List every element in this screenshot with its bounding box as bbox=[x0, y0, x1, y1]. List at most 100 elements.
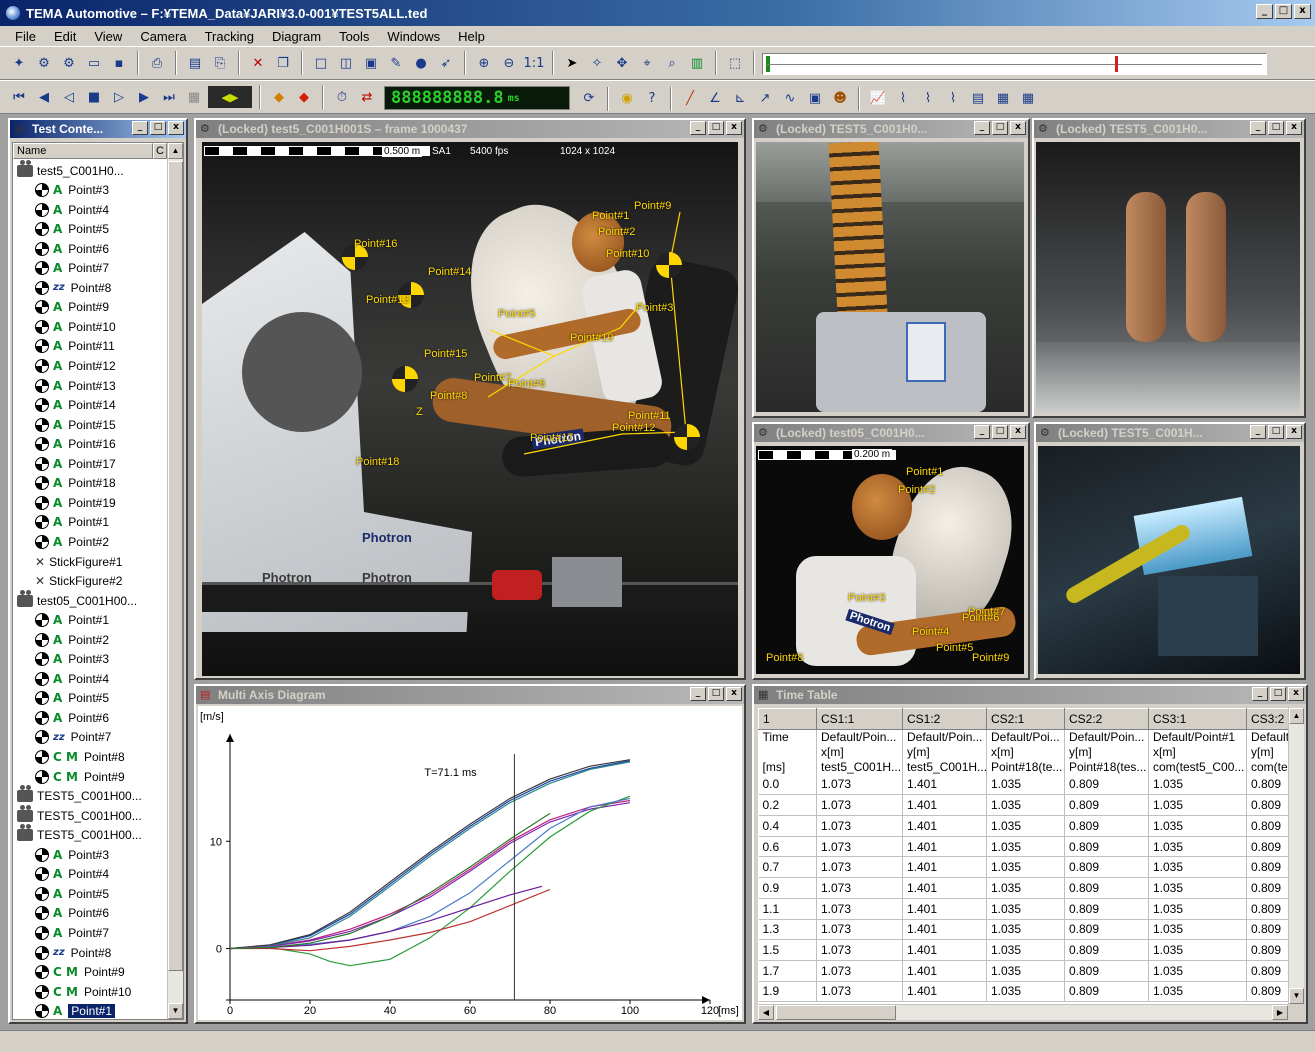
tree-point-node[interactable]: C M Point#9 bbox=[35, 767, 125, 786]
tree-point-node[interactable]: A Point#5 bbox=[35, 884, 109, 903]
value-cell[interactable]: 0.809 bbox=[1064, 794, 1149, 817]
table-header-cell[interactable]: x[m] bbox=[986, 744, 1065, 760]
value-cell[interactable]: 1.073 bbox=[816, 856, 903, 879]
tree-scrollbar[interactable]: ▲ ▼ bbox=[167, 143, 183, 1019]
value-cell[interactable]: 1.035 bbox=[1148, 877, 1247, 899]
tree-point-node[interactable]: A Point#2 bbox=[35, 532, 109, 551]
gear2-icon[interactable]: ⚙ bbox=[58, 52, 80, 74]
close-button[interactable]: x bbox=[1286, 121, 1302, 135]
tree-camera-node[interactable]: TEST5_C001H00... bbox=[17, 785, 142, 806]
fullscreen-icon[interactable]: ⬚ bbox=[724, 52, 746, 74]
tree-point-node[interactable]: A Point#4 bbox=[35, 200, 109, 219]
value-cell[interactable]: 1.073 bbox=[816, 898, 903, 920]
value-cell[interactable]: 0.809 bbox=[1064, 981, 1149, 1003]
tree-point-node[interactable]: A Point#18 bbox=[35, 474, 116, 493]
tree-point-node[interactable]: A Point#7 bbox=[35, 923, 109, 942]
tree-stick-figure-node[interactable]: ✕ StickFigure#1 bbox=[35, 552, 122, 571]
menu-tracking[interactable]: Tracking bbox=[196, 29, 263, 44]
maximize-button[interactable]: □ bbox=[992, 425, 1008, 439]
time-cell[interactable]: 0.4 bbox=[758, 815, 817, 837]
time-cell[interactable]: 0.6 bbox=[758, 836, 817, 858]
table-header-cell[interactable]: y[m] bbox=[1064, 744, 1149, 760]
graph3-icon[interactable]: ⌇ bbox=[917, 87, 939, 109]
value-cell[interactable]: 1.401 bbox=[902, 774, 987, 796]
value-cell[interactable]: 1.035 bbox=[986, 939, 1065, 961]
value-cell[interactable]: 1.401 bbox=[902, 898, 987, 920]
maximize-button[interactable]: □ bbox=[1275, 4, 1292, 19]
tree-point-node[interactable]: zz Point#8 bbox=[35, 943, 111, 962]
tree-point-node[interactable]: A Point#4 bbox=[35, 865, 109, 884]
table-header-cell[interactable]: com(test5_C00... bbox=[1148, 759, 1247, 775]
value-cell[interactable]: 1.401 bbox=[902, 794, 987, 817]
value-cell[interactable]: 1.073 bbox=[816, 981, 903, 1003]
bar-chart-icon[interactable]: ▥ bbox=[686, 52, 708, 74]
tree-column-header[interactable]: Name bbox=[13, 143, 153, 159]
test-contents-titlebar[interactable]: ▤ Test Conte... _ □ x bbox=[10, 120, 186, 138]
scroll-up-icon[interactable]: ▲ bbox=[168, 143, 183, 159]
table-header-cell[interactable]: 1 bbox=[758, 708, 817, 730]
step-forward-icon[interactable]: ▷ bbox=[108, 86, 130, 108]
table-header-cell[interactable]: CS3:1 bbox=[1148, 708, 1247, 730]
main-video-titlebar[interactable]: ⚙ (Locked) test5_C001H001S – frame 10004… bbox=[196, 120, 744, 138]
table-header-cell[interactable]: Point#18(tes... bbox=[1064, 759, 1149, 775]
value-cell[interactable]: 1.035 bbox=[986, 836, 1065, 858]
tree-point-node[interactable]: A Point#16 bbox=[35, 435, 116, 454]
scroll-up-icon[interactable]: ▲ bbox=[1289, 708, 1304, 724]
tree-point-node[interactable]: A Point#3 bbox=[35, 845, 109, 864]
tree-point-node[interactable]: zz Point#8 bbox=[35, 278, 111, 297]
close-button[interactable]: x bbox=[1286, 425, 1302, 439]
tree-point-node[interactable]: A Point#4 bbox=[35, 669, 109, 688]
select-point-icon[interactable]: ✧ bbox=[586, 52, 608, 74]
table-header-cell[interactable]: x[m] bbox=[816, 744, 903, 760]
time-cell[interactable]: 0.9 bbox=[758, 877, 817, 899]
frame-slider[interactable] bbox=[762, 53, 1267, 75]
tree-point-node[interactable]: A Point#19 bbox=[35, 493, 116, 512]
tree-view[interactable]: Name C test5_C001H0... A Point#3 A Point#4 A P… bbox=[12, 142, 184, 1020]
close-button[interactable]: x bbox=[168, 121, 184, 135]
curve-icon[interactable]: ∿ bbox=[779, 87, 801, 109]
table-header-cell[interactable]: Default/Poin... bbox=[902, 729, 987, 745]
table-header-cell[interactable]: test5_C001H... bbox=[816, 759, 903, 775]
stop-icon[interactable]: ■ bbox=[83, 86, 105, 108]
value-cell[interactable]: 1.035 bbox=[986, 919, 1065, 941]
table-row[interactable]: 0.0 1.073 1.401 1.035 0.809 1.035 0.809 bbox=[758, 774, 1297, 796]
new-icon[interactable]: ✦ bbox=[8, 52, 30, 74]
table-row[interactable]: 1.1 1.073 1.401 1.035 0.809 1.035 0.809 bbox=[758, 898, 1297, 920]
maximize-button[interactable]: □ bbox=[1268, 425, 1284, 439]
value-cell[interactable]: 1.401 bbox=[902, 856, 987, 879]
value-cell[interactable]: 0.809 bbox=[1064, 774, 1149, 796]
tree-point-node[interactable]: A Point#7 bbox=[35, 259, 109, 278]
menu-help[interactable]: Help bbox=[449, 29, 494, 44]
copy-icon[interactable]: ❐ bbox=[272, 52, 294, 74]
chart-window-icon[interactable]: ▤ bbox=[967, 87, 989, 109]
time-cell[interactable]: 1.7 bbox=[758, 960, 817, 982]
table-row[interactable]: 0.2 1.073 1.401 1.035 0.809 1.035 0.809 bbox=[758, 794, 1297, 817]
time-cell[interactable]: 0.2 bbox=[758, 794, 817, 817]
minimize-button[interactable]: _ bbox=[1252, 687, 1268, 701]
maximize-button[interactable]: □ bbox=[708, 687, 724, 701]
scroll-right-icon[interactable]: ▶ bbox=[1272, 1005, 1288, 1020]
tree-point-node[interactable]: A Point#13 bbox=[35, 376, 116, 395]
tree-camera-node[interactable]: test5_C001H0... bbox=[17, 159, 124, 180]
time-cell[interactable]: 0.0 bbox=[758, 774, 817, 796]
value-cell[interactable]: 1.035 bbox=[1148, 960, 1247, 982]
value-cell[interactable]: 1.073 bbox=[816, 877, 903, 899]
scroll-left-icon[interactable]: ◀ bbox=[758, 1005, 774, 1020]
time-cell[interactable]: 1.5 bbox=[758, 939, 817, 961]
time-cell[interactable]: 1.3 bbox=[758, 919, 817, 941]
time-table-hscroll[interactable]: ◀ ▶ bbox=[758, 1004, 1288, 1020]
save-icon[interactable]: ▪ bbox=[108, 52, 130, 74]
table-header-cell[interactable]: Time bbox=[758, 729, 817, 745]
close-button[interactable]: x bbox=[1010, 121, 1026, 135]
tree-point-node[interactable]: A Point#15 bbox=[35, 415, 116, 434]
minimize-button[interactable]: _ bbox=[1250, 425, 1266, 439]
video-br1-frame[interactable]: Photron 0.200 m Point#1 Point#2 Point#3 … bbox=[756, 446, 1024, 674]
tree-point-node[interactable]: A Point#2 bbox=[35, 630, 109, 649]
time-cell[interactable]: 1.9 bbox=[758, 981, 817, 1003]
scroll-thumb[interactable] bbox=[168, 161, 183, 971]
value-cell[interactable]: 1.401 bbox=[902, 877, 987, 899]
tree-camera-node[interactable]: TEST5_C001H00... bbox=[17, 824, 142, 845]
value-cell[interactable]: 1.401 bbox=[902, 960, 987, 982]
video-tr2-frame[interactable] bbox=[1036, 142, 1300, 412]
value-cell[interactable]: 1.035 bbox=[1148, 898, 1247, 920]
